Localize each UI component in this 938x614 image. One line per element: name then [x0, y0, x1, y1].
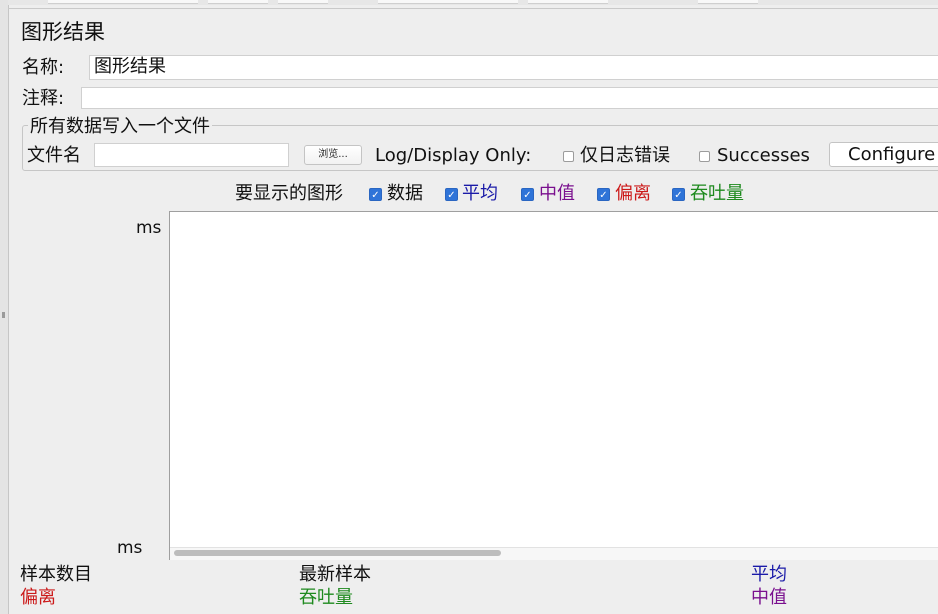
resize-grip[interactable]: [2, 312, 5, 318]
throughput-option-label[interactable]: 吞吐量: [690, 182, 744, 206]
average-checkbox[interactable]: ✓: [445, 188, 458, 201]
graph-results-panel: 图形结果 名称: 图形结果 注释: 所有数据写入一个文件 文件名 浏览... L…: [0, 0, 938, 614]
top-tab-strip: [8, 0, 938, 5]
filename-field[interactable]: [94, 143, 289, 167]
y-axis-top-label: ms: [136, 218, 162, 238]
configure-button[interactable]: Configure: [829, 142, 938, 167]
graphs-to-display-label: 要显示的图形: [235, 183, 343, 204]
throughput-stat-label: 吞吐量: [299, 587, 353, 608]
scrollbar-thumb[interactable]: [174, 550, 501, 556]
sample-count-label: 样本数目: [20, 564, 92, 585]
median-checkbox[interactable]: ✓: [521, 188, 534, 201]
panel-title: 图形结果: [21, 20, 105, 44]
throughput-checkbox[interactable]: ✓: [672, 188, 685, 201]
successes-label[interactable]: Successes: [717, 144, 810, 168]
filename-label: 文件名: [27, 145, 81, 166]
write-results-legend: 所有数据写入一个文件: [28, 115, 212, 139]
average-option-label[interactable]: 平均: [462, 182, 498, 206]
median-stat-label: 中值: [751, 587, 787, 608]
comment-label: 注释:: [22, 88, 65, 109]
comment-field[interactable]: [81, 87, 938, 109]
average-stat-label: 平均: [751, 564, 787, 585]
deviation-option-label[interactable]: 偏离: [615, 182, 651, 206]
log-display-only-label: Log/Display Only:: [375, 145, 532, 166]
latest-sample-label: 最新样本: [299, 564, 371, 585]
graph-canvas: [169, 211, 938, 560]
browse-button[interactable]: 浏览...: [304, 145, 362, 165]
name-field[interactable]: 图形结果: [89, 55, 938, 80]
top-divider: [8, 8, 938, 9]
deviation-checkbox[interactable]: ✓: [597, 188, 610, 201]
deviation-stat-label: 偏离: [20, 587, 56, 608]
name-label: 名称:: [22, 57, 65, 78]
data-option-label[interactable]: 数据: [387, 182, 423, 206]
y-axis-bottom-label: ms: [117, 538, 143, 558]
median-option-label[interactable]: 中值: [539, 182, 575, 206]
errors-only-label[interactable]: 仅日志错误: [580, 144, 670, 168]
successes-checkbox[interactable]: [699, 151, 710, 162]
errors-only-checkbox[interactable]: [563, 151, 574, 162]
data-checkbox[interactable]: ✓: [369, 188, 382, 201]
window-left-edge: [0, 0, 9, 614]
